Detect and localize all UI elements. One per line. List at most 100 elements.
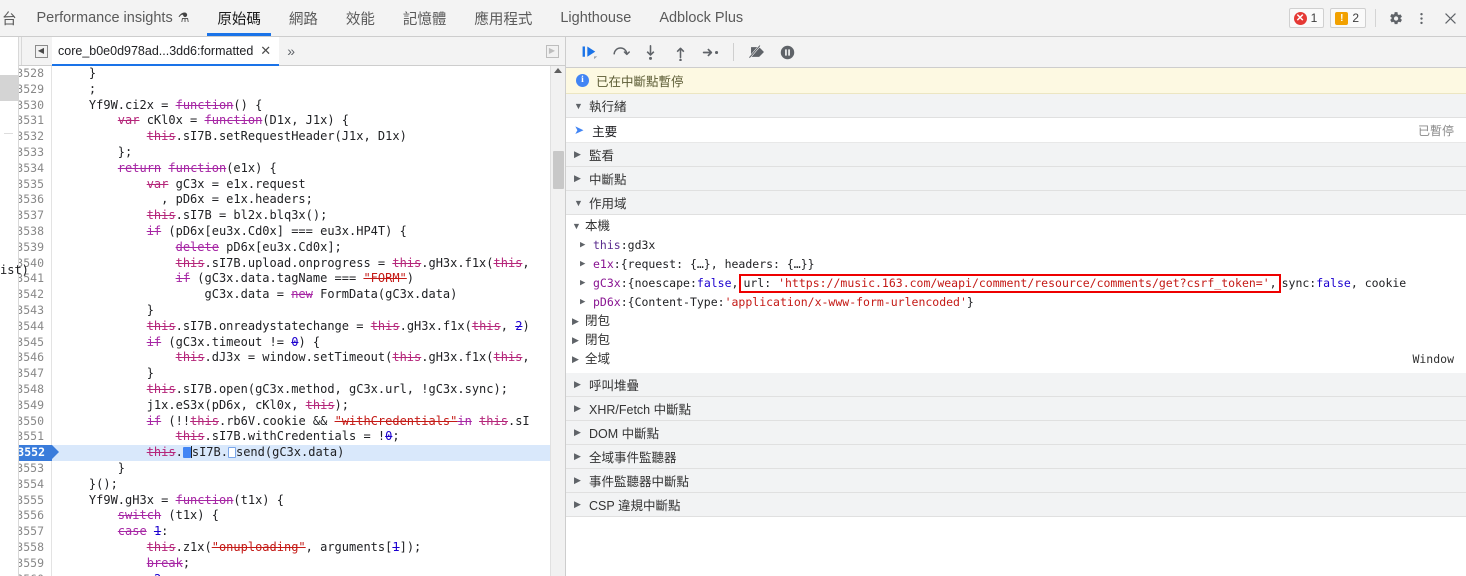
- code-line-source[interactable]: };: [52, 145, 565, 161]
- section-csp-violation-breakpoints[interactable]: ▶ CSP 違規中斷點: [566, 493, 1466, 517]
- code-line-source[interactable]: }: [52, 303, 565, 319]
- tab-memory[interactable]: 記憶體: [389, 0, 461, 36]
- code-editor[interactable]: 3528 } 3529 ; 3530 Yf9W.ci2x = function() …: [0, 66, 565, 576]
- code-line-source[interactable]: if (!!this.rb6V.cookie && "withCredentia…: [52, 414, 565, 430]
- code-line-source[interactable]: }: [52, 366, 565, 382]
- code-line-source[interactable]: Yf9W.ci2x = function() {: [52, 98, 565, 114]
- code-line-source[interactable]: switch (t1x) {: [52, 508, 565, 524]
- code-line[interactable]: 3550 if (!!this.rb6V.cookie && "withCred…: [0, 413, 565, 430]
- tab-application[interactable]: 應用程式: [460, 0, 546, 36]
- section-global-listeners[interactable]: ▶ 全域事件監聽器: [566, 445, 1466, 469]
- close-icon[interactable]: ✕: [260, 43, 271, 59]
- tab-performance-insights[interactable]: Performance insights ⚗: [23, 0, 204, 36]
- thread-row-main[interactable]: ➤ 主要 已暫停: [566, 118, 1466, 143]
- more-tabs-icon[interactable]: »: [279, 37, 303, 65]
- code-line-source[interactable]: case 2:: [52, 572, 565, 576]
- pause-on-exceptions-button[interactable]: [773, 39, 801, 65]
- code-line[interactable]: 3536 , pD6x = e1x.headers;: [0, 192, 565, 209]
- code-line-source[interactable]: }: [52, 461, 565, 477]
- code-line-source[interactable]: var gC3x = e1x.request: [52, 177, 565, 193]
- code-line-source[interactable]: j1x.eS3x(pD6x, cKl0x, this);: [52, 398, 565, 414]
- error-count-badge[interactable]: ✕ 1: [1288, 8, 1325, 28]
- scope-local-group[interactable]: ▼ 本機: [566, 217, 1466, 236]
- code-line[interactable]: 3528 }: [0, 66, 565, 82]
- tab-lighthouse[interactable]: Lighthouse: [546, 0, 645, 36]
- code-line-source[interactable]: if (pD6x[eu3x.Cd0x] === eu3x.HP4T) {: [52, 224, 565, 240]
- scope-global[interactable]: ▶ 全域 Window: [566, 350, 1466, 369]
- code-line[interactable]: 3558 this.z1x("onuploading", arguments[1…: [0, 539, 565, 556]
- code-line[interactable]: 3534 return function(e1x) {: [0, 160, 565, 177]
- section-watch[interactable]: ▶ 監看: [566, 143, 1466, 167]
- code-line[interactable]: 3557 case 1:: [0, 524, 565, 540]
- code-line[interactable]: 3529 ;: [0, 81, 565, 98]
- section-scope[interactable]: ▼ 作用域: [566, 191, 1466, 215]
- code-line-source[interactable]: this.z1x("onuploading", arguments[1]);: [52, 540, 565, 556]
- code-line[interactable]: 3546 this.dJ3x = window.setTimeout(this.…: [0, 350, 565, 367]
- code-line[interactable]: 3554 }();: [0, 476, 565, 493]
- gear-icon[interactable]: [1382, 0, 1408, 36]
- scope-entry-e1x[interactable]: ▶ e1x : {request: {…}, headers: {…}}: [566, 255, 1466, 274]
- code-line[interactable]: 3544 this.sI7B.onreadystatechange = this…: [0, 318, 565, 335]
- warning-count-badge[interactable]: ! 2: [1330, 8, 1366, 28]
- code-line-source[interactable]: ;: [52, 82, 565, 98]
- code-line-source[interactable]: Yf9W.gH3x = function(t1x) {: [52, 493, 565, 509]
- code-line[interactable]: 3556 switch (t1x) {: [0, 508, 565, 525]
- code-line-source[interactable]: gC3x.data = new FormData(gC3x.data): [52, 287, 565, 303]
- code-line-source[interactable]: if (gC3x.timeout != 0) {: [52, 335, 565, 351]
- code-line[interactable]: 3532 this.sI7B.setRequestHeader(J1x, D1x…: [0, 129, 565, 145]
- code-line-source[interactable]: }: [52, 66, 565, 82]
- scope-closure-1[interactable]: ▶ 閉包: [566, 312, 1466, 331]
- code-line[interactable]: 3547 }: [0, 366, 565, 382]
- navigator-panel-icon[interactable]: ◀: [30, 37, 52, 65]
- close-icon[interactable]: [1434, 0, 1466, 36]
- code-line-source[interactable]: var cKl0x = function(D1x, J1x) {: [52, 113, 565, 129]
- step-button[interactable]: [696, 39, 724, 65]
- code-line[interactable]: 3541 if (gC3x.data.tagName === "FORM"): [0, 271, 565, 288]
- code-line-source[interactable]: this.sI7B.withCredentials = !0;: [52, 429, 565, 445]
- tab-console-clipped[interactable]: 台: [0, 0, 23, 36]
- scope-entry-this[interactable]: ▶ this : gd3x: [566, 236, 1466, 255]
- kebab-menu-icon[interactable]: [1408, 0, 1434, 36]
- code-line[interactable]: 3542 gC3x.data = new FormData(gC3x.data): [0, 287, 565, 303]
- scroll-up-arrow-icon[interactable]: [554, 68, 562, 73]
- code-line[interactable]: 3545 if (gC3x.timeout != 0) {: [0, 334, 565, 351]
- code-line[interactable]: 3551 this.sI7B.withCredentials = !0;: [0, 429, 565, 446]
- code-line[interactable]: 3538 if (pD6x[eu3x.Cd0x] === eu3x.HP4T) …: [0, 223, 565, 240]
- deactivate-breakpoints-button[interactable]: [743, 39, 771, 65]
- code-line-source[interactable]: this.sI7B = bl2x.blq3x();: [52, 208, 565, 224]
- section-breakpoints[interactable]: ▶ 中斷點: [566, 167, 1466, 191]
- code-line-source[interactable]: this.sI7B.setRequestHeader(J1x, D1x): [52, 129, 565, 145]
- code-line[interactable]: 3540 this.sI7B.upload.onprogress = this.…: [0, 255, 565, 272]
- scope-entry-pD6x[interactable]: ▶ pD6x : {Content-Type: 'application/x-w…: [566, 293, 1466, 312]
- tab-performance[interactable]: 效能: [332, 0, 389, 36]
- scope-entry-gC3x[interactable]: ▶ gC3x : {noescape: false , url: 'https:…: [566, 274, 1466, 293]
- section-threads[interactable]: ▼ 執行緒: [566, 94, 1466, 118]
- section-dom-breakpoints[interactable]: ▶ DOM 中斷點: [566, 421, 1466, 445]
- tab-adblock-plus[interactable]: Adblock Plus: [645, 0, 757, 36]
- section-xhr-fetch-breakpoints[interactable]: ▶ XHR/Fetch 中斷點: [566, 397, 1466, 421]
- code-line[interactable]: 3543 }: [0, 302, 565, 319]
- code-line[interactable]: 3553 }: [0, 460, 565, 477]
- code-line-source[interactable]: case 1:: [52, 524, 565, 540]
- code-line[interactable]: 3537 this.sI7B = bl2x.blq3x();: [0, 208, 565, 224]
- code-line-source[interactable]: delete pD6x[eu3x.Cd0x];: [52, 240, 565, 256]
- file-tab-active[interactable]: core_b0e0d978ad...3dd6:formatted ✕: [52, 37, 280, 66]
- code-line-source[interactable]: this.dJ3x = window.setTimeout(this.gH3x.…: [52, 350, 565, 366]
- editor-vertical-scrollbar[interactable]: [550, 66, 565, 576]
- step-into-next-function-call-button[interactable]: [636, 39, 664, 65]
- code-line[interactable]: 3535 var gC3x = e1x.request: [0, 176, 565, 193]
- code-line[interactable]: 3531 var cKl0x = function(D1x, J1x) {: [0, 113, 565, 130]
- scrollbar-thumb[interactable]: [553, 151, 564, 189]
- step-out-of-current-function-button[interactable]: [666, 39, 694, 65]
- code-line[interactable]: 3555 Yf9W.gH3x = function(t1x) {: [0, 492, 565, 509]
- show-panel-icon[interactable]: ▶: [539, 37, 565, 65]
- code-line-source[interactable]: }();: [52, 477, 565, 493]
- scope-closure-2[interactable]: ▶ 閉包: [566, 331, 1466, 350]
- code-line-source[interactable]: this.sI7B.onreadystatechange = this.gH3x…: [52, 319, 565, 335]
- code-line[interactable]: 3549 j1x.eS3x(pD6x, cKl0x, this);: [0, 397, 565, 414]
- code-line-source[interactable]: this. sI7B. send(gC3x.data): [52, 445, 565, 461]
- code-line[interactable]: 3533 };: [0, 144, 565, 161]
- code-line-source[interactable]: this.sI7B.upload.onprogress = this.gH3x.…: [52, 256, 565, 272]
- resume-script-execution-button[interactable]: [576, 39, 604, 65]
- code-line-source[interactable]: return function(e1x) {: [52, 161, 565, 177]
